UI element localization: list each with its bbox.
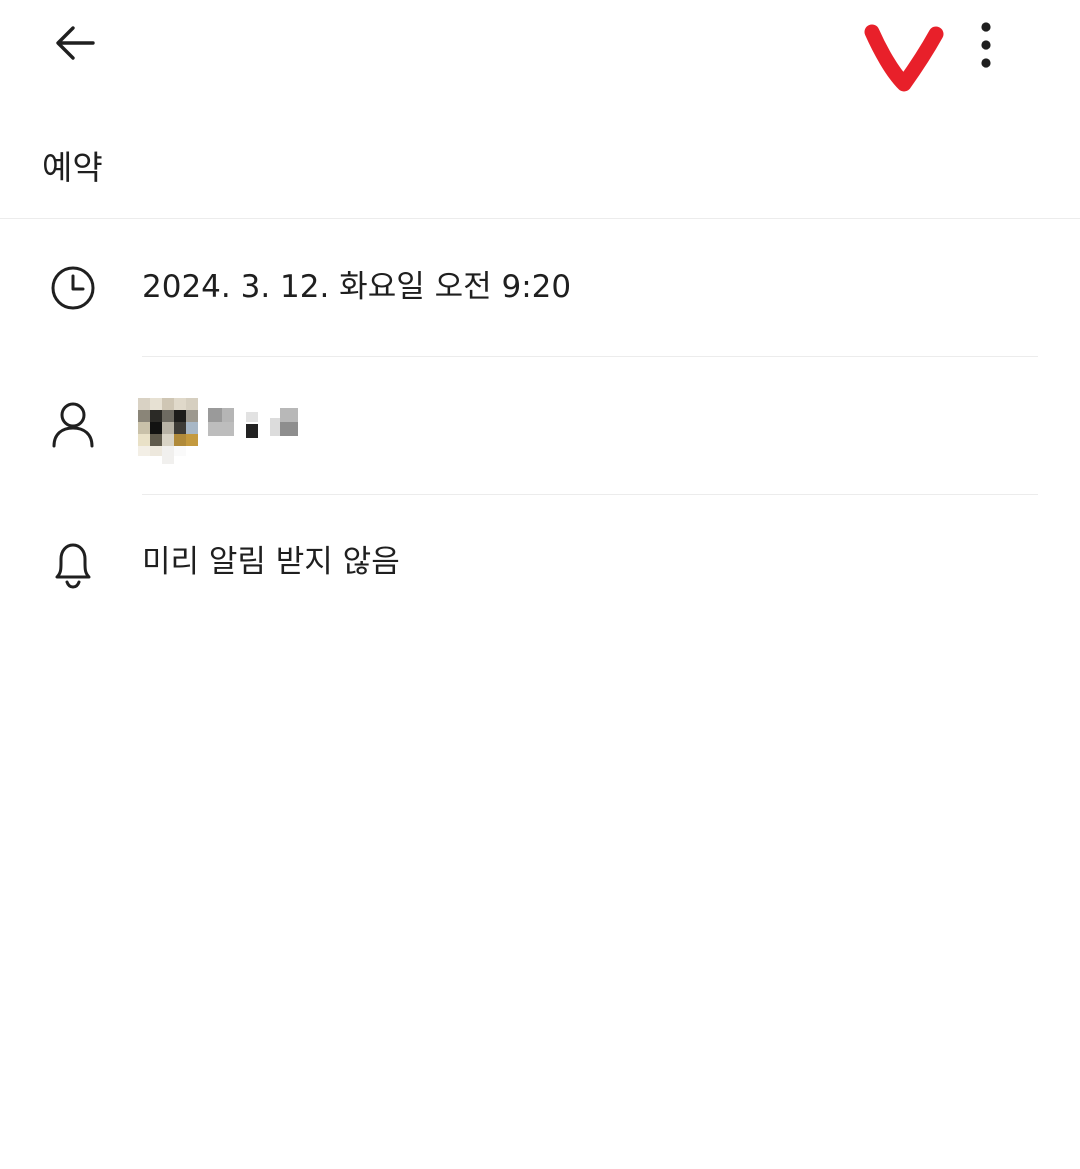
reservation-time-text: 2024. 3. 12. 화요일 오전 9:20 [142, 269, 572, 305]
top-app-bar [0, 0, 1080, 100]
bell-icon [48, 539, 98, 589]
red-annotation-check-mark [862, 12, 952, 94]
recipient-name-redacted [208, 408, 308, 442]
redacted-recipient [138, 398, 308, 464]
arrow-left-icon [51, 19, 99, 71]
more-vertical-icon [976, 17, 996, 77]
avatar [138, 398, 198, 464]
page-title: 예약 [42, 148, 103, 187]
reminder-row[interactable]: 미리 알림 받지 않음 [0, 495, 1080, 633]
reminder-text: 미리 알림 받지 않음 [142, 544, 400, 580]
person-icon [48, 400, 98, 450]
back-button[interactable] [44, 14, 106, 76]
more-options-button[interactable] [960, 16, 1012, 78]
reservation-time-row[interactable]: 2024. 3. 12. 화요일 오전 9:20 [0, 219, 1080, 357]
clock-icon [48, 263, 98, 313]
